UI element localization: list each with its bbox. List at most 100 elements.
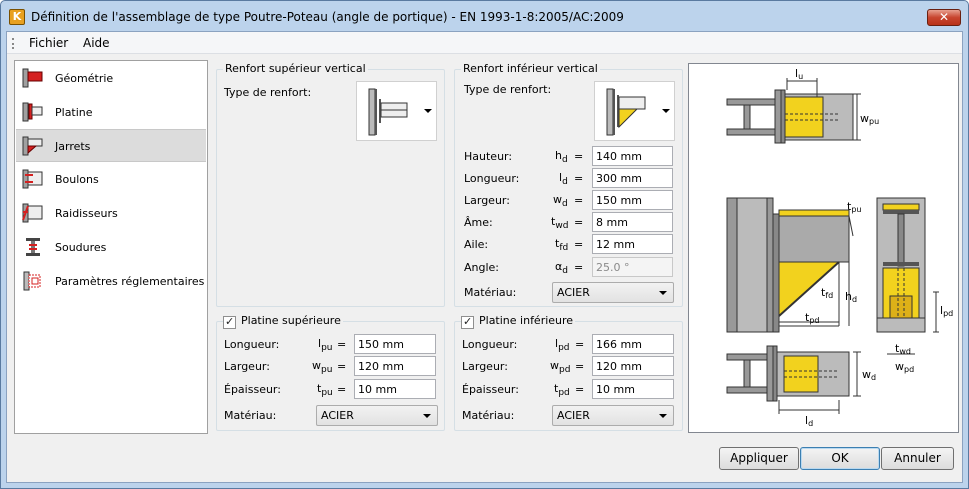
plate-thickness-label: Épaisseur: [224,383,281,396]
equals-sign: = [574,261,584,274]
length-input[interactable]: 300 mm [592,168,673,188]
dim-tpd: tpd [805,311,819,325]
nav-item-parametres[interactable]: Paramètres réglementaires [16,265,206,298]
nav-item-boulons[interactable]: Boulons [16,163,206,196]
section-nav: Géométrie Platine Jarrets Boulons Raidis… [14,60,208,434]
nav-label: Paramètres réglementaires [55,275,205,288]
web-label: Âme: [464,216,493,229]
plate-thickness-symbol: tpd [554,382,570,398]
group-title: Platine supérieure [223,314,343,327]
web-thickness-input[interactable]: 8 mm [592,212,673,232]
window-title: Définition de l'assemblage de type Poutr… [31,10,624,24]
menu-file[interactable]: Fichier [29,36,68,50]
chevron-down-icon [662,109,670,113]
nav-label: Jarrets [55,140,91,153]
plate-length-input[interactable]: 166 mm [592,334,674,354]
material-label: Matériau: [464,286,517,299]
nav-item-geometrie[interactable]: Géométrie [16,62,206,95]
menu-grip-icon [12,38,14,49]
nav-label: Boulons [55,173,99,186]
equals-sign: = [574,238,584,251]
elevation-view [726,197,854,333]
plate-thickness-input[interactable]: 10 mm [354,379,436,399]
menu-bar: Fichier Aide [7,32,962,54]
plate-length-symbol: lpu [318,337,333,353]
dim-ld: ld [805,414,813,428]
stiffeners-icon [22,203,43,223]
material-value: ACIER [321,409,354,422]
plate-width-symbol: wpu [312,359,333,375]
angle-input: 25.0 ° [592,257,673,277]
code-parameters-icon [23,271,41,291]
plate-thickness-label: Épaisseur: [462,383,519,396]
nav-item-jarrets[interactable]: Jarrets [16,129,206,162]
haunch-icon [22,136,43,156]
equals-sign: = [575,338,585,351]
dim-hd: hd [845,290,857,304]
lower-stiffener-type-picker[interactable] [594,81,675,141]
plate-width-label: Largeur: [224,360,270,373]
plate-width-label: Largeur: [462,360,508,373]
welds-icon [26,238,40,256]
nav-item-raidisseurs[interactable]: Raidisseurs [16,197,206,230]
dim-wpd: wpd [895,360,914,374]
stiffener-type-triangle-icon [606,88,646,136]
check-icon: ✓ [463,315,473,328]
nav-label: Géométrie [55,72,114,85]
flange-thickness-symbol: tfd [555,237,569,253]
end-plate-icon [22,102,43,122]
group-title: Renfort supérieur vertical [223,62,368,75]
material-label: Matériau: [224,409,277,422]
ok-button[interactable]: OK [800,447,880,470]
lower-plate-material-select[interactable]: ACIER [552,405,674,426]
nav-label: Soudures [55,241,107,254]
material-value: ACIER [557,409,590,422]
upper-plate-material-select[interactable]: ACIER [316,405,438,426]
dim-twd: twd [895,342,911,356]
apply-button[interactable]: Appliquer [719,447,799,470]
dim-tfd: tfd [821,286,833,300]
plate-width-input[interactable]: 120 mm [592,356,674,376]
plate-thickness-input[interactable]: 10 mm [592,379,674,399]
angle-label: Angle: [464,261,500,274]
section-view [876,197,939,355]
plate-thickness-symbol: tpu [317,382,333,398]
bolts-icon [22,169,43,189]
chevron-down-icon [424,109,432,113]
upper-plate-checkbox[interactable]: ✓ [223,315,236,329]
flange-thickness-input[interactable]: 12 mm [592,234,673,254]
stiffener-type-label: Type de renfort: [464,83,552,96]
dim-tpu: tpu [847,200,861,214]
plate-length-label: Longueur: [224,338,280,351]
nav-item-soudures[interactable]: Soudures [16,231,206,264]
equals-sign: = [574,216,584,229]
lower-plate-checkbox[interactable]: ✓ [461,315,474,329]
plate-length-symbol: lpd [555,337,570,353]
flange-label: Aile: [464,238,489,251]
chevron-down-icon [659,291,667,295]
width-input[interactable]: 150 mm [592,190,673,210]
cancel-button[interactable]: Annuler [881,447,954,470]
dialog-window: K Définition de l'assemblage de type Pou… [0,0,969,489]
group-title: Renfort inférieur vertical [461,62,600,75]
stiffener-type-none-icon [368,88,408,136]
check-icon: ✓ [225,315,235,328]
close-button[interactable]: ✕ [927,9,961,26]
menu-help[interactable]: Aide [83,36,110,50]
equals-sign: = [574,150,584,163]
nav-item-platine[interactable]: Platine [16,96,206,129]
plate-length-input[interactable]: 150 mm [354,334,436,354]
plate-length-label: Longueur: [462,338,518,351]
plate-width-input[interactable]: 120 mm [354,356,436,376]
geometry-icon [22,68,43,88]
equals-sign: = [337,338,347,351]
bottom-view [726,345,861,414]
lower-stiffener-material-select[interactable]: ACIER [552,282,674,303]
upper-stiffener-type-picker[interactable] [356,81,437,141]
stiffener-type-label: Type de renfort: [224,86,312,99]
material-value: ACIER [557,286,590,299]
app-logo-icon: K [9,9,25,25]
height-input[interactable]: 140 mm [592,146,673,166]
height-label: Hauteur: [464,150,513,163]
web-thickness-symbol: twd [551,215,569,231]
